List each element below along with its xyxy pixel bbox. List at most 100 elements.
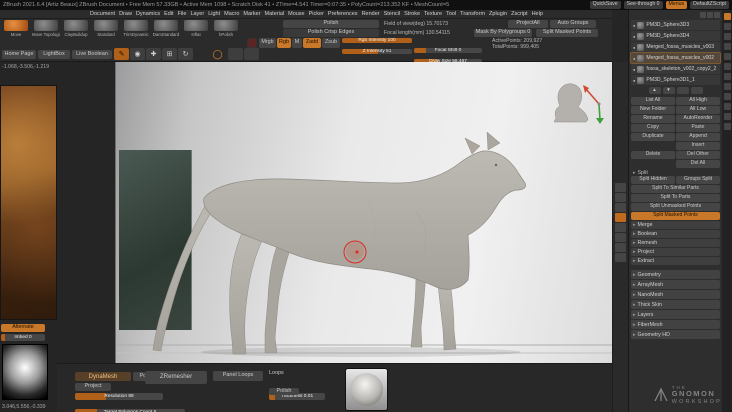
quicksave-button[interactable]: QuickSave — [589, 1, 621, 9]
right-shelf-icon[interactable] — [723, 73, 731, 80]
right-shelf-icon[interactable] — [723, 103, 731, 110]
viewport-canvas[interactable] — [115, 62, 612, 363]
split-button[interactable]: Split To Similar Parts — [631, 185, 720, 193]
subtool-row[interactable]: ● PM3D_Sphere3D1_1 — [631, 75, 720, 85]
subtool-up-button[interactable]: ▲ — [648, 87, 661, 94]
canvas-tray-icon[interactable] — [615, 233, 626, 242]
subtool-button[interactable]: Copy — [631, 124, 675, 132]
visibility-eye-icon[interactable]: ● — [633, 23, 635, 28]
palette-section-header[interactable]: ▸ Thick Skin — [631, 300, 720, 309]
canvas-tray-icon[interactable] — [615, 213, 626, 222]
subtool-nav-button[interactable] — [676, 87, 689, 94]
menu-item[interactable]: Draw — [117, 11, 134, 17]
subtool-row[interactable]: ● Merged_fossa_muscles_v003 — [631, 42, 720, 52]
polish-button[interactable]: Polish — [283, 20, 379, 28]
subtool-nav-button[interactable] — [690, 87, 703, 94]
canvas-tray-icon[interactable] — [615, 223, 626, 232]
menu-item[interactable]: Light — [206, 11, 222, 17]
panel-loops-button[interactable]: Panel Loops — [213, 371, 263, 381]
menus-button[interactable]: Menus — [665, 1, 688, 9]
toolbar-icon-button[interactable] — [244, 48, 259, 60]
right-shelf-icon[interactable] — [723, 33, 731, 40]
canvas-tray-icon[interactable] — [615, 253, 626, 262]
subtool-button[interactable]: Paste — [676, 124, 720, 132]
subtool-button[interactable]: Del Other — [676, 151, 720, 159]
head-preview-model[interactable] — [553, 83, 589, 123]
rgb-button[interactable]: Rgb — [277, 38, 291, 48]
zsub-button[interactable]: Zsub — [322, 38, 340, 48]
right-shelf-icon[interactable] — [723, 13, 731, 20]
rgb-intensity-slider[interactable]: Rgb Intensity 100 — [342, 38, 412, 43]
home-page-button[interactable]: Home Page — [2, 50, 36, 59]
live-boolean-button[interactable]: Live Boolean — [72, 50, 112, 59]
canvas-tray-icon[interactable] — [615, 183, 626, 192]
subtool-row[interactable]: ● Merged_fossa_muscles_v002 — [630, 52, 721, 64]
right-shelf-icon[interactable] — [723, 93, 731, 100]
subtool-row[interactable]: ● fossa_skeleton_v002_copy2_2 — [631, 64, 720, 74]
menu-item[interactable]: Document — [88, 11, 117, 17]
subtool-button[interactable]: New Folder — [631, 106, 675, 114]
section-header[interactable]: ▸ Remesh — [631, 239, 720, 247]
material-preview[interactable] — [345, 368, 388, 411]
menu-item[interactable]: Macro — [222, 11, 241, 17]
brush-item[interactable]: DamStandard — [152, 20, 180, 37]
menu-item[interactable]: Edit — [162, 11, 175, 17]
focal-length-readout[interactable]: Focal length(mm) 130.54115 — [384, 30, 450, 36]
palette-section-header[interactable]: ▸ NanoMesh — [631, 290, 720, 299]
subtool-button[interactable]: All High — [676, 97, 720, 105]
section-header[interactable]: ▸ Extract — [631, 257, 720, 265]
visibility-eye-icon[interactable]: ● — [633, 34, 635, 39]
subtool-row[interactable]: ● PM3D_Sphere3D3 — [631, 20, 720, 30]
split-section-header[interactable]: ▸ Split — [631, 169, 720, 176]
polish-crisp-edges-button[interactable]: Polish Crisp Edges — [283, 29, 379, 37]
subtool-button[interactable]: All Low — [676, 106, 720, 114]
right-shelf-icon[interactable] — [723, 43, 731, 50]
subtool-row[interactable]: ● PM3D_Sphere3D4 — [631, 31, 720, 41]
imbed-slider[interactable]: Imbed 0 — [1, 334, 45, 341]
split-button[interactable]: Groups Split — [676, 176, 720, 184]
menu-item[interactable]: Stencil — [382, 11, 403, 17]
color-swatch[interactable] — [247, 38, 257, 48]
menu-item[interactable]: Stroke — [402, 11, 422, 17]
menu-item[interactable]: Marker — [241, 11, 262, 17]
right-shelf-icon[interactable] — [723, 23, 731, 30]
panel-icon[interactable] — [714, 12, 720, 18]
toolbar-icon-button[interactable] — [228, 48, 243, 60]
split-button[interactable]: Split To Parts — [631, 194, 720, 202]
alpha-thumbnail[interactable] — [2, 344, 48, 400]
menu-item[interactable]: Transform — [458, 11, 487, 17]
palette-section-header[interactable]: ▸ ArrayMesh — [631, 280, 720, 289]
subtool-button[interactable]: Del All — [676, 160, 720, 168]
visibility-eye-icon[interactable]: ● — [633, 45, 635, 50]
brush-item[interactable]: Inflat — [182, 20, 210, 37]
right-shelf-icon[interactable] — [723, 53, 731, 60]
dynamesh-button[interactable]: DynaMesh — [75, 372, 131, 381]
subtool-button[interactable]: Insert — [676, 142, 720, 150]
auto-groups-button[interactable]: Auto Groups — [550, 20, 596, 28]
m-button[interactable]: M — [292, 38, 302, 48]
brush-item[interactable]: ClayBuildup — [62, 20, 90, 37]
split-button[interactable]: Split Masked Points — [631, 212, 720, 220]
zremesher-button[interactable]: ZRemesher — [145, 371, 207, 384]
subtool-button[interactable]: AutoReorder — [676, 115, 720, 123]
field-of-view-readout[interactable]: Field of view(deg) 15.70173 — [384, 21, 448, 27]
texture-thumbnail[interactable] — [0, 85, 57, 320]
subtool-button[interactable]: Rename — [631, 115, 675, 123]
brush-item[interactable]: Move — [2, 20, 30, 37]
canvas-tray-icon[interactable] — [615, 243, 626, 252]
menu-item[interactable]: Tool — [444, 11, 458, 17]
menu-item[interactable]: Zplugin — [487, 11, 509, 17]
menu-item[interactable]: Zscript — [509, 11, 530, 17]
zadd-button[interactable]: Zadd — [303, 38, 321, 48]
split-masked-points-shelf-button[interactable]: Split Masked Points — [536, 29, 598, 37]
dynamesh-project-button[interactable]: Project — [75, 383, 111, 391]
visibility-eye-icon[interactable]: ● — [633, 67, 635, 72]
focal-shift-slider[interactable]: Focal Shift 0 — [414, 48, 482, 53]
section-header[interactable]: ▸ Boolean — [631, 230, 720, 238]
brush-item[interactable]: Move Topological — [32, 20, 60, 37]
menu-item[interactable]: Texture — [422, 11, 444, 17]
visibility-eye-icon[interactable]: ● — [633, 56, 635, 61]
menu-item[interactable]: Mouse — [286, 11, 307, 17]
alternate-button[interactable]: Alternate — [1, 324, 45, 332]
menu-item[interactable]: Material — [263, 11, 287, 17]
